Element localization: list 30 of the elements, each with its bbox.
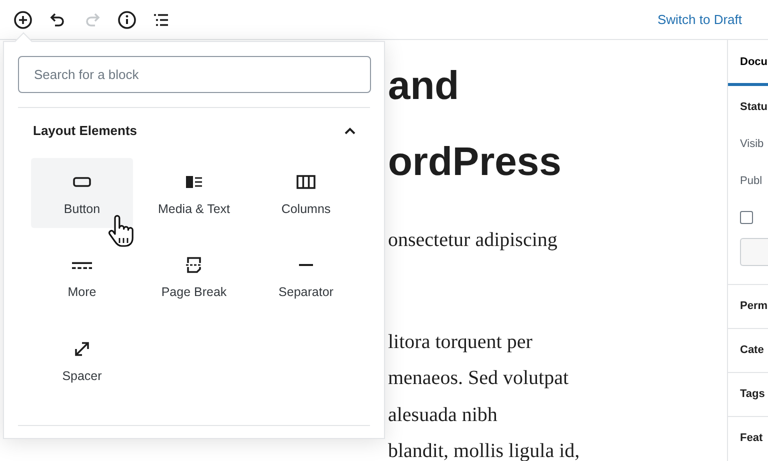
block-item[interactable]: Page Break xyxy=(143,241,245,312)
search-field[interactable]: Search for a block xyxy=(18,56,371,93)
panel-section-title[interactable]: Perm xyxy=(728,284,768,328)
paragraph-line: litora torquent per xyxy=(388,330,534,354)
switch-to-draft-link[interactable]: Switch to Draft xyxy=(657,10,742,29)
block-item[interactable]: Columns xyxy=(255,158,357,228)
block-item[interactable]: Media & Text xyxy=(143,158,245,228)
setting-label: Visib xyxy=(740,138,765,152)
more-icon xyxy=(72,262,92,269)
block-item[interactable]: Spacer xyxy=(31,324,133,395)
paragraph-line: menaeos. Sed volutpat xyxy=(388,366,570,391)
post-title-line: ordPress xyxy=(388,139,562,186)
panel-heading: Statu xyxy=(740,101,768,115)
block-item[interactable]: More xyxy=(31,241,133,312)
panel-section-title[interactable]: Cate xyxy=(728,328,768,372)
checkbox[interactable] xyxy=(740,211,753,224)
paragraph-line: onsectetur adipiscing xyxy=(388,228,558,253)
setting-label: Publ xyxy=(740,175,764,189)
sidebar-tab[interactable]: Docu xyxy=(728,40,768,86)
separator-icon xyxy=(299,264,313,266)
info-icon[interactable] xyxy=(116,10,136,30)
post-title-line: and xyxy=(388,63,460,110)
panel-section-title[interactable]: Tags xyxy=(728,372,768,416)
category-toggle[interactable]: Layout Elements xyxy=(18,108,371,153)
paragraph-line: alesuada nibh xyxy=(388,402,498,428)
add-icon[interactable] xyxy=(13,10,33,30)
paragraph-line: blandit, mollis ligula id, xyxy=(388,439,581,461)
block-item[interactable]: Separator xyxy=(255,241,357,312)
panel-section-title[interactable]: Feat xyxy=(728,416,768,460)
hand-cursor-icon xyxy=(106,214,136,248)
